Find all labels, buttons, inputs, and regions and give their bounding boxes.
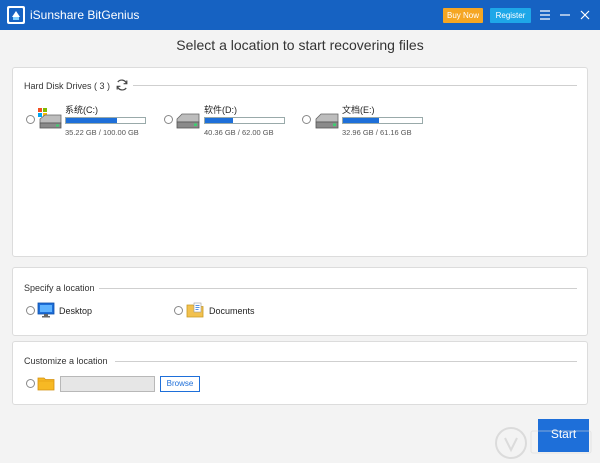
page-heading: Select a location to start recovering fi… — [176, 37, 424, 53]
minimize-icon[interactable] — [557, 7, 573, 23]
drive-usage-fill — [343, 118, 380, 123]
drive-usage-fill — [205, 118, 233, 123]
folder-icon — [37, 375, 55, 391]
app-title: iSunshare BitGenius — [30, 8, 140, 22]
close-icon[interactable] — [577, 7, 593, 23]
desktop-label[interactable]: Desktop — [59, 306, 92, 316]
drive-size: 32.96 GB / 61.16 GB — [342, 128, 412, 137]
desktop-radio[interactable] — [26, 306, 35, 315]
drive-usage-bar — [342, 117, 423, 124]
documents-radio[interactable] — [174, 306, 183, 315]
drive-radio[interactable] — [164, 115, 173, 124]
customize-location-title: Customize a location — [24, 356, 108, 366]
drive-size: 40.36 GB / 62.00 GB — [204, 128, 274, 137]
specify-location-panel: Specify a location — [12, 267, 588, 336]
custom-path-input[interactable] — [60, 376, 155, 392]
section-divider — [115, 361, 577, 362]
drive-radio[interactable] — [26, 115, 35, 124]
drive-usage-fill — [66, 118, 118, 123]
section-divider — [99, 288, 577, 289]
drive-usage-bar — [65, 117, 146, 124]
specify-location-title: Specify a location — [24, 283, 95, 293]
documents-label[interactable]: Documents — [209, 306, 255, 316]
register-button[interactable]: Register — [490, 8, 531, 23]
section-divider — [133, 85, 577, 86]
app-logo-icon — [7, 6, 25, 24]
hard-disk-title: Hard Disk Drives ( 3 ) — [24, 81, 111, 91]
desktop-icon — [37, 302, 55, 318]
watermark-logo — [491, 418, 600, 463]
refresh-icon[interactable] — [115, 78, 129, 92]
drive-name: 系统(C:) — [65, 105, 98, 115]
documents-folder-icon — [186, 301, 204, 319]
hard-drive-icon — [314, 111, 340, 129]
app-window: iSunshare BitGenius Buy Now Register Sel… — [0, 0, 600, 463]
title-bar: iSunshare BitGenius Buy Now Register — [0, 0, 600, 30]
custom-location-radio[interactable] — [26, 379, 35, 388]
hamburger-menu-icon[interactable] — [537, 7, 553, 23]
drive-name: 文档(E:) — [342, 105, 375, 115]
drive-radio[interactable] — [302, 115, 311, 124]
customize-location-panel: Customize a location — [12, 341, 588, 405]
buy-now-button[interactable]: Buy Now — [443, 8, 483, 23]
drive-size: 35.22 GB / 100.00 GB — [65, 128, 139, 137]
hard-disk-panel: Hard Disk Drives ( 3 ) — [12, 67, 588, 257]
hard-drive-icon — [175, 111, 201, 129]
drive-usage-bar — [204, 117, 285, 124]
browse-button[interactable]: Browse — [160, 376, 200, 392]
system-drive-icon — [37, 107, 63, 129]
drive-name: 软件(D:) — [204, 105, 237, 115]
